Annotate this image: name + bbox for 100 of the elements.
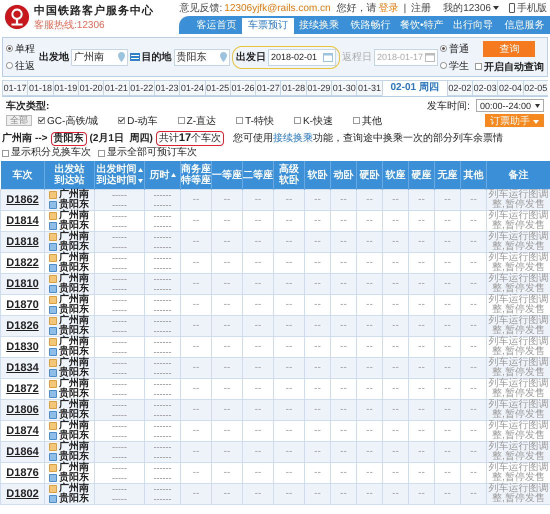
duration-text: ------ bbox=[152, 463, 172, 473]
seat-cell: -- bbox=[382, 274, 408, 294]
duration-text: ------ bbox=[152, 274, 172, 284]
checkbox[interactable] bbox=[353, 117, 360, 124]
duration-text: ------ bbox=[152, 337, 172, 347]
depart-time: ----- bbox=[111, 316, 128, 326]
seat-cell: -- bbox=[356, 274, 382, 294]
date-tab[interactable]: 01-27 bbox=[255, 80, 280, 96]
duration-note: ------ bbox=[152, 473, 172, 483]
date-tab[interactable]: 01-31 bbox=[356, 80, 382, 96]
seat-cell: -- bbox=[180, 358, 212, 378]
start-station-icon bbox=[49, 401, 57, 409]
start-station-icon bbox=[49, 233, 57, 241]
seat-cell: -- bbox=[434, 316, 460, 336]
remark-cell: 列车运行图调整,暂停发售 bbox=[486, 442, 550, 462]
date-tab[interactable]: 01-21 bbox=[103, 80, 129, 96]
seat-cell: -- bbox=[304, 484, 330, 504]
date-tab[interactable]: 01-23 bbox=[154, 80, 180, 96]
radio-button[interactable] bbox=[440, 62, 447, 69]
caret-icon bbox=[493, 6, 499, 10]
station-name: 贵阳东 bbox=[59, 284, 89, 294]
seat-cell: -- bbox=[460, 442, 486, 462]
date-tab[interactable]: 01-28 bbox=[280, 80, 306, 96]
to-station-field[interactable]: 贵阳东 bbox=[174, 48, 230, 66]
arrive-time: ----- bbox=[111, 347, 128, 357]
duration-note: ------ bbox=[152, 305, 172, 315]
mobile-link[interactable]: 手机版 bbox=[517, 1, 547, 15]
date-tab[interactable]: 01-30 bbox=[331, 80, 356, 96]
start-station-icon bbox=[49, 359, 57, 367]
column-header: 商务座 特等座 bbox=[180, 161, 212, 190]
date-tab[interactable]: 01-22 bbox=[128, 80, 154, 96]
duration-note: ------ bbox=[152, 242, 172, 252]
date-tab[interactable]: 01-26 bbox=[230, 80, 256, 96]
end-station-icon bbox=[49, 201, 57, 209]
date-tab[interactable]: 02-02 bbox=[446, 80, 472, 96]
seat-cell: -- bbox=[180, 274, 212, 294]
date-tab[interactable]: 01-29 bbox=[306, 80, 332, 96]
station-name: 贵阳东 bbox=[59, 263, 89, 273]
station-name: 贵阳东 bbox=[59, 389, 89, 399]
remark-cell: 列车运行图调整,暂停发售 bbox=[486, 358, 550, 378]
depart-date-field[interactable]: 2018-02-01 bbox=[268, 48, 336, 66]
checkbox[interactable] bbox=[294, 117, 302, 124]
checkbox[interactable] bbox=[38, 117, 45, 124]
sort-up-icon[interactable] bbox=[170, 173, 176, 177]
date-tab[interactable]: 01-20 bbox=[78, 80, 104, 96]
my-account-link[interactable]: 我的12306 bbox=[443, 1, 491, 15]
date-tab[interactable]: 01-24 bbox=[179, 80, 204, 96]
start-station-icon bbox=[49, 317, 57, 325]
checkbox[interactable] bbox=[236, 117, 244, 124]
depart-time: ----- bbox=[111, 211, 128, 221]
checkbox-label: 开启自动查询 bbox=[484, 60, 544, 74]
duration-text: ------ bbox=[152, 379, 172, 389]
location-pin-icon bbox=[118, 52, 124, 62]
sort-up-icon[interactable] bbox=[138, 168, 142, 172]
radio-button[interactable] bbox=[6, 45, 13, 52]
seat-cell: -- bbox=[382, 316, 408, 336]
checkbox[interactable] bbox=[474, 63, 482, 70]
seat-cell: -- bbox=[408, 190, 434, 210]
end-station-icon bbox=[49, 390, 57, 398]
start-station-icon bbox=[49, 464, 57, 472]
column-header: 硬座 bbox=[408, 161, 434, 190]
from-station-field[interactable]: 广州南 bbox=[71, 48, 128, 66]
station-name: 贵阳东 bbox=[59, 410, 89, 420]
duration-text: ------ bbox=[152, 484, 172, 494]
column-header: 软卧 bbox=[304, 161, 330, 190]
checkbox[interactable] bbox=[118, 117, 126, 124]
nav-tab[interactable]: 车票预订 bbox=[242, 18, 294, 34]
duration-text: ------ bbox=[152, 190, 172, 200]
time-select[interactable]: 00:00--24:00 bbox=[476, 99, 544, 112]
seat-cell: -- bbox=[460, 316, 486, 336]
radio-button[interactable] bbox=[440, 45, 447, 52]
checkbox[interactable] bbox=[98, 150, 105, 156]
radio-button[interactable] bbox=[6, 62, 13, 69]
depart-time: ----- bbox=[111, 421, 128, 431]
station-name: 广州南 bbox=[59, 253, 89, 263]
seat-cell: -- bbox=[408, 358, 434, 378]
transfer-link[interactable]: 接续换乘 bbox=[273, 132, 314, 144]
seat-cell: -- bbox=[434, 190, 460, 210]
start-station-icon bbox=[49, 338, 57, 346]
station-name: 广州南 bbox=[59, 358, 89, 368]
date-tab[interactable]: 02-01 周四 bbox=[382, 80, 447, 96]
date-tab[interactable]: 02-04 bbox=[497, 80, 523, 96]
register-link[interactable]: 注册 bbox=[411, 1, 432, 15]
date-tab[interactable]: 02-05 bbox=[522, 80, 548, 96]
date-tab[interactable]: 01-17 bbox=[2, 80, 28, 96]
station-name: 广州南 bbox=[59, 484, 89, 494]
checkbox[interactable] bbox=[2, 150, 9, 156]
seat-cell: -- bbox=[460, 232, 486, 252]
date-tab[interactable]: 01-18 bbox=[27, 80, 53, 96]
date-tab[interactable]: 02-03 bbox=[472, 80, 498, 96]
seat-cell: -- bbox=[274, 190, 304, 210]
date-tab[interactable]: 01-19 bbox=[52, 80, 78, 96]
swap-icon[interactable] bbox=[130, 53, 140, 61]
sort-down-icon[interactable] bbox=[138, 178, 142, 182]
duration-text: ------ bbox=[152, 232, 172, 242]
arrive-time: ----- bbox=[111, 389, 128, 399]
checkbox[interactable] bbox=[178, 117, 185, 124]
arrive-time: ----- bbox=[111, 368, 128, 378]
radio-label: 往返 bbox=[15, 60, 35, 72]
date-tab[interactable]: 01-25 bbox=[204, 80, 230, 96]
